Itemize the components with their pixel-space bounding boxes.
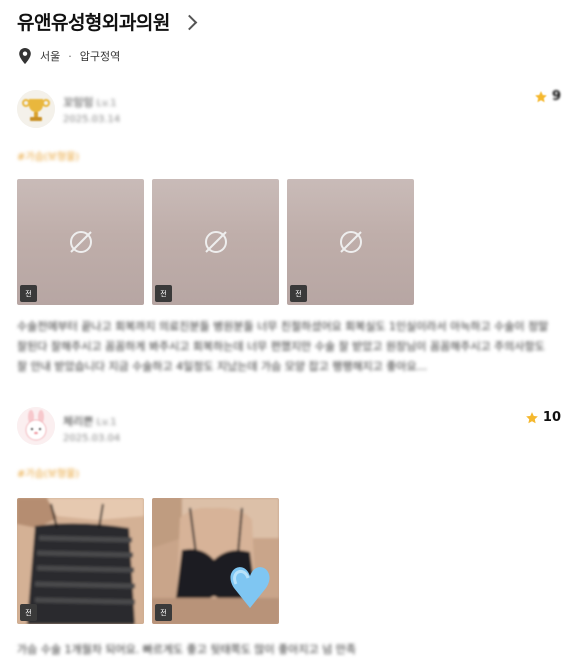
- hidden-image-icon: [204, 231, 227, 253]
- hidden-image-icon: [339, 231, 362, 253]
- review-username[interactable]: 꼬잉잉 Lv.1: [63, 94, 117, 110]
- review-rating: 9: [534, 89, 561, 104]
- trophy-avatar-icon: [17, 90, 55, 128]
- review-photos: 전 전: [17, 498, 279, 624]
- star-icon: [526, 411, 538, 423]
- review-rating: 10: [525, 410, 561, 425]
- map-pin-icon: [19, 48, 31, 64]
- review-date: 2025.03.14: [63, 114, 121, 125]
- before-badge: 전: [155, 604, 172, 621]
- user-level: Lv.1: [96, 417, 117, 428]
- username-text[interactable]: 꼬잉잉: [63, 96, 93, 109]
- procedure-tag[interactable]: #가슴(보형물): [17, 465, 79, 480]
- avatar: [17, 407, 55, 445]
- avatar: [17, 90, 55, 128]
- clinic-name[interactable]: 유앤유성형외과의원: [17, 8, 170, 35]
- star-icon: [535, 90, 547, 102]
- separator-dot: ·: [68, 49, 72, 63]
- review-photo[interactable]: 전: [152, 498, 279, 624]
- review-text[interactable]: 수술전에부터 끝나고 회복까지 의료진분들 병원분들 너무 친절하셨어요 회복실…: [17, 317, 557, 377]
- review-date: 2025.03.04: [63, 433, 121, 444]
- review-photo[interactable]: 전: [17, 179, 144, 305]
- username-text[interactable]: 체리쁜: [63, 415, 93, 428]
- bunny-avatar-icon: [17, 407, 55, 445]
- before-badge: 전: [290, 285, 307, 302]
- review-username[interactable]: 체리쁜 Lv.1: [63, 413, 117, 429]
- location-area: 압구정역: [79, 50, 121, 63]
- review-text[interactable]: 가슴 수술 1개월차 되어요. 빠르게도 좋고 뒷태쪽도 많이 좋아지고 넘 만…: [17, 640, 557, 660]
- review-photo[interactable]: 전: [152, 179, 279, 305]
- review-photo[interactable]: 전: [17, 498, 144, 624]
- procedure-tag[interactable]: #가슴(보형물): [17, 148, 79, 163]
- rating-value: 10: [542, 410, 561, 425]
- location-row: 서울 · 압구정역: [18, 48, 120, 64]
- chevron-right-icon[interactable]: [181, 14, 198, 31]
- location-city: 서울: [40, 50, 61, 63]
- page-header[interactable]: 유앤유성형외과의원: [17, 8, 198, 35]
- before-badge: 전: [20, 604, 37, 621]
- rating-value: 9: [551, 89, 561, 104]
- before-badge: 전: [20, 285, 37, 302]
- hidden-image-icon: [69, 231, 92, 253]
- before-badge: 전: [155, 285, 172, 302]
- review-photo[interactable]: 전: [287, 179, 414, 305]
- review-photos: 전 전 전: [17, 179, 414, 305]
- user-level: Lv.1: [96, 98, 117, 109]
